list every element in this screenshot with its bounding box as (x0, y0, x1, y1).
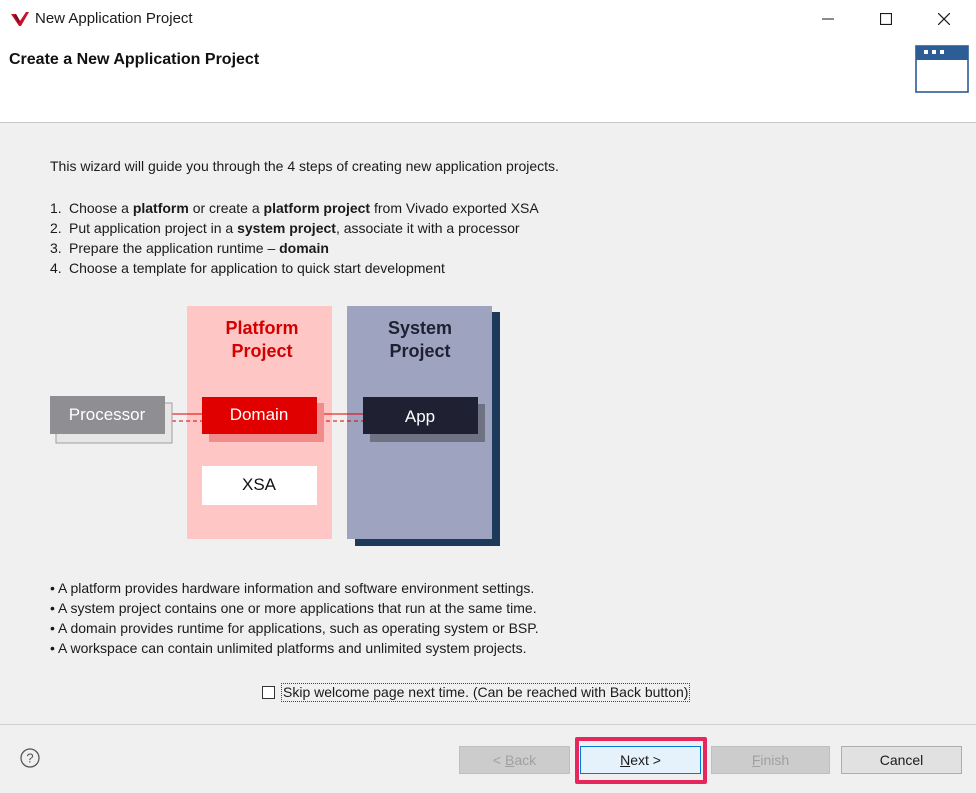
back-button[interactable]: < Back (459, 746, 570, 774)
step-number: 2. (50, 220, 62, 236)
note-item: • A system project contains one or more … (50, 600, 537, 616)
step-keyword: platform project (263, 200, 371, 216)
app-label: App (405, 407, 435, 426)
notes-list: • A platform provides hardware informati… (50, 578, 539, 658)
step-text: Prepare the application runtime – (69, 240, 280, 256)
step-item: 2. Put application project in a system pr… (50, 218, 539, 238)
vitis-logo-icon (11, 12, 29, 26)
system-project-title-line2: Project (389, 341, 450, 361)
step-text: Choose a (69, 200, 133, 216)
maximize-icon (880, 13, 892, 25)
step-item: 3. Prepare the application runtime – doma… (50, 238, 539, 258)
step-keyword: system project (237, 220, 336, 236)
application-window-icon (915, 45, 969, 93)
steps-list: 1. Choose a platform or create a platform… (50, 198, 539, 278)
step-number: 1. (50, 200, 62, 216)
note-item: • A workspace can contain unlimited plat… (50, 640, 527, 656)
footer-divider (0, 724, 976, 725)
project-structure-diagram: Processor Domain XSA App Platform Projec… (50, 306, 500, 546)
step-item: 4. Choose a template for application to q… (50, 258, 539, 278)
finish-button-suffix: inish (760, 752, 790, 768)
close-button[interactable] (915, 0, 973, 38)
system-project-title-line1: System (388, 318, 452, 338)
note-item: • A platform provides hardware informati… (50, 580, 535, 596)
svg-text:?: ? (26, 751, 33, 766)
back-button-prefix: < (492, 752, 505, 768)
step-text: , associate it with a processor (335, 220, 520, 236)
close-icon (938, 13, 950, 25)
skip-welcome-checkbox[interactable] (262, 686, 275, 699)
back-button-mnemonic: B (504, 752, 515, 768)
title-bar: New Application Project (0, 0, 976, 38)
minimize-button[interactable] (799, 0, 857, 38)
wizard-header: Create a New Application Project (0, 38, 976, 123)
skip-welcome-label[interactable]: Skip welcome page next time. (Can be rea… (281, 683, 691, 702)
finish-button[interactable]: Finish (711, 746, 830, 774)
step-text: from Vivado exported XSA (370, 200, 539, 216)
step-text: or create a (188, 200, 264, 216)
step-number: 3. (50, 240, 62, 256)
wizard-title: Create a New Application Project (9, 51, 260, 68)
note-item: • A domain provides runtime for applicat… (50, 620, 539, 636)
next-button-highlight (575, 737, 707, 784)
step-keyword: platform (132, 200, 189, 216)
step-text: Choose a template for application to qui… (69, 260, 445, 276)
wizard-intro-text: This wizard will guide you through the 4… (50, 158, 559, 174)
finish-button-mnemonic: F (751, 752, 761, 768)
cancel-button[interactable]: Cancel (841, 746, 962, 774)
skip-welcome-option[interactable]: Skip welcome page next time. (Can be rea… (262, 683, 691, 702)
help-icon[interactable]: ? (20, 748, 40, 768)
platform-project-title-line1: Platform (225, 318, 298, 338)
domain-label: Domain (230, 405, 289, 424)
processor-label: Processor (69, 405, 146, 424)
step-keyword: domain (279, 240, 329, 256)
xsa-label: XSA (242, 475, 277, 494)
step-text: Put application project in a (69, 220, 238, 236)
minimize-icon (822, 18, 834, 20)
maximize-button[interactable] (857, 0, 915, 38)
platform-project-title-line2: Project (231, 341, 292, 361)
back-button-suffix: ack (514, 752, 537, 768)
step-number: 4. (50, 260, 62, 276)
step-item: 1. Choose a platform or create a platform… (50, 198, 539, 218)
window-title: New Application Project (35, 10, 193, 27)
